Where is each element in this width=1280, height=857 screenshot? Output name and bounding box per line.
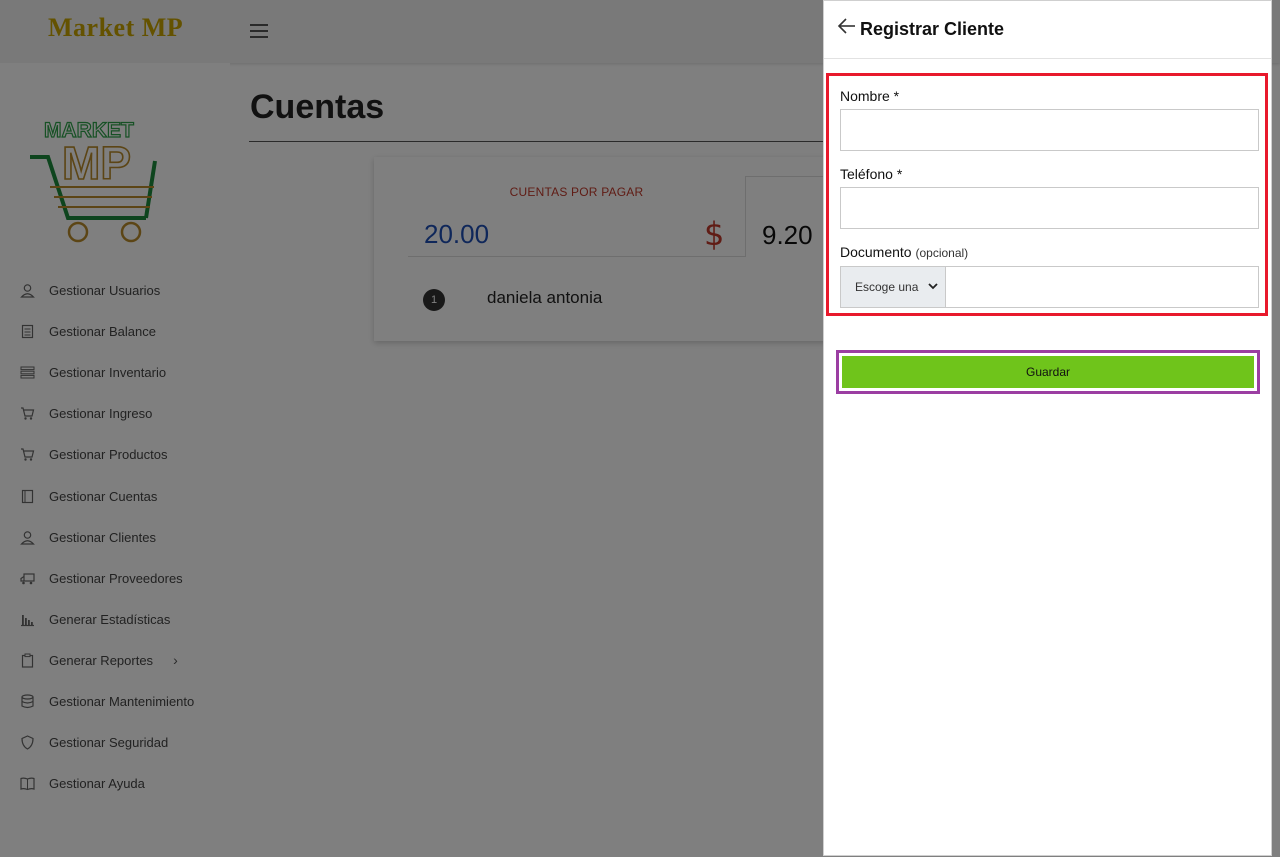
- documento-label-text: Documento: [840, 244, 912, 260]
- telefono-label: Teléfono *: [840, 166, 903, 182]
- documento-input[interactable]: [946, 267, 1258, 307]
- register-client-drawer: Registrar Cliente Nombre * Teléfono * Do…: [823, 0, 1272, 856]
- save-button-highlight: Guardar: [836, 350, 1260, 394]
- nombre-input[interactable]: [840, 109, 1259, 151]
- back-arrow-icon[interactable]: [837, 15, 857, 37]
- chevron-down-icon: [927, 279, 939, 293]
- drawer-header: Registrar Cliente: [824, 1, 1271, 59]
- nombre-label: Nombre *: [840, 88, 900, 104]
- drawer-title: Registrar Cliente: [860, 19, 1005, 39]
- documento-label: Documento (opcional): [840, 244, 968, 260]
- documento-select-value: Escoge una: [855, 280, 919, 294]
- client-form: Nombre * Teléfono * Documento (opcional)…: [826, 73, 1268, 316]
- telefono-input[interactable]: [840, 187, 1259, 229]
- documento-row: Escoge una: [840, 266, 1259, 308]
- documento-type-select[interactable]: Escoge una: [841, 267, 946, 307]
- save-button[interactable]: Guardar: [842, 356, 1254, 388]
- documento-optional-text: (opcional): [915, 246, 969, 260]
